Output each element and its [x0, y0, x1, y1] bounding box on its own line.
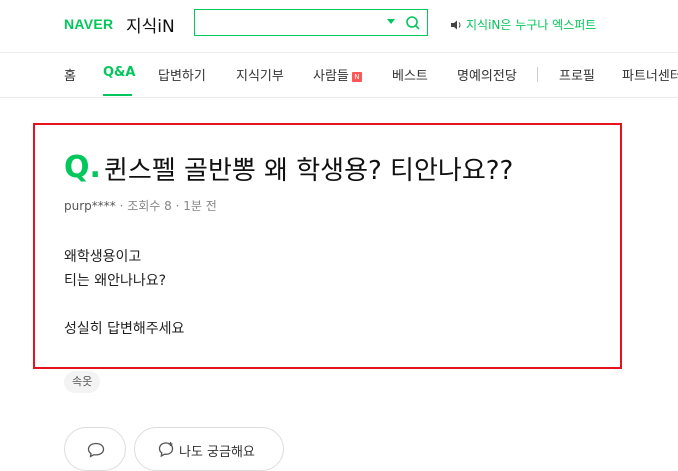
comment-button[interactable] [64, 427, 126, 471]
question-bubble-icon [158, 442, 174, 458]
expert-text: 지식iN은 누구나 엑스퍼트 [466, 18, 597, 32]
search-icon[interactable] [405, 15, 421, 31]
body-line: 티는 왜안나나요? [64, 273, 167, 289]
search-box[interactable] [194, 9, 428, 36]
curious-button[interactable]: 나도 궁금해요 [134, 427, 284, 471]
tab-home[interactable]: 홈 [64, 65, 76, 84]
nav-bar: 홈 Q&A 답변하기 지식기부 사람들 N 베스트 명예의전당 프로필 파트너센터 [0, 53, 678, 98]
comment-icon [87, 442, 105, 458]
tab-answer[interactable]: 답변하기 [158, 65, 206, 84]
chevron-down-icon[interactable] [387, 19, 395, 24]
curious-label: 나도 궁금해요 [179, 445, 255, 460]
body-line [64, 293, 184, 317]
header: NAVER 지식iN 지식iN은 누구나 엑스퍼트 [0, 0, 678, 53]
tab-partner-center[interactable]: 파트너센터 [622, 65, 678, 84]
active-tab-indicator [103, 94, 132, 96]
speaker-icon [451, 20, 461, 29]
tab-people[interactable]: 사람들 N [313, 65, 362, 84]
author-name[interactable]: purp**** [64, 199, 116, 213]
body-line: 왜학생용이고 [64, 249, 142, 265]
tab-donation[interactable]: 지식기부 [236, 65, 284, 84]
tab-best[interactable]: 베스트 [392, 65, 428, 84]
tab-people-label: 사람들 [313, 69, 349, 84]
question-body: 왜학생용이고 티는 왜안나나요? 성실히 답변해주세요 [64, 245, 184, 341]
kin-logo[interactable]: 지식iN [126, 12, 175, 37]
nav-divider [537, 67, 538, 82]
body-line: 성실히 답변해주세요 [64, 321, 185, 337]
question-meta: purp**** · 조회수 8 · 1분 전 [64, 197, 217, 214]
expert-link[interactable]: 지식iN은 누구나 엑스퍼트 [450, 16, 596, 33]
tag-chip[interactable]: 속옷 [64, 371, 101, 393]
question-title: 퀸스펠 골반뽕 왜 학생용? 티안나요?? [104, 156, 514, 186]
naver-logo[interactable]: NAVER [64, 16, 113, 32]
view-count: 조회수 8 [127, 199, 172, 213]
new-badge: N [351, 71, 362, 82]
question-mark-label: Q. [64, 150, 101, 185]
tab-hall-of-fame[interactable]: 명예의전당 [457, 65, 517, 84]
tab-qna[interactable]: Q&A [103, 65, 135, 80]
post-time: 1분 전 [183, 199, 217, 213]
tab-profile[interactable]: 프로필 [559, 65, 595, 84]
